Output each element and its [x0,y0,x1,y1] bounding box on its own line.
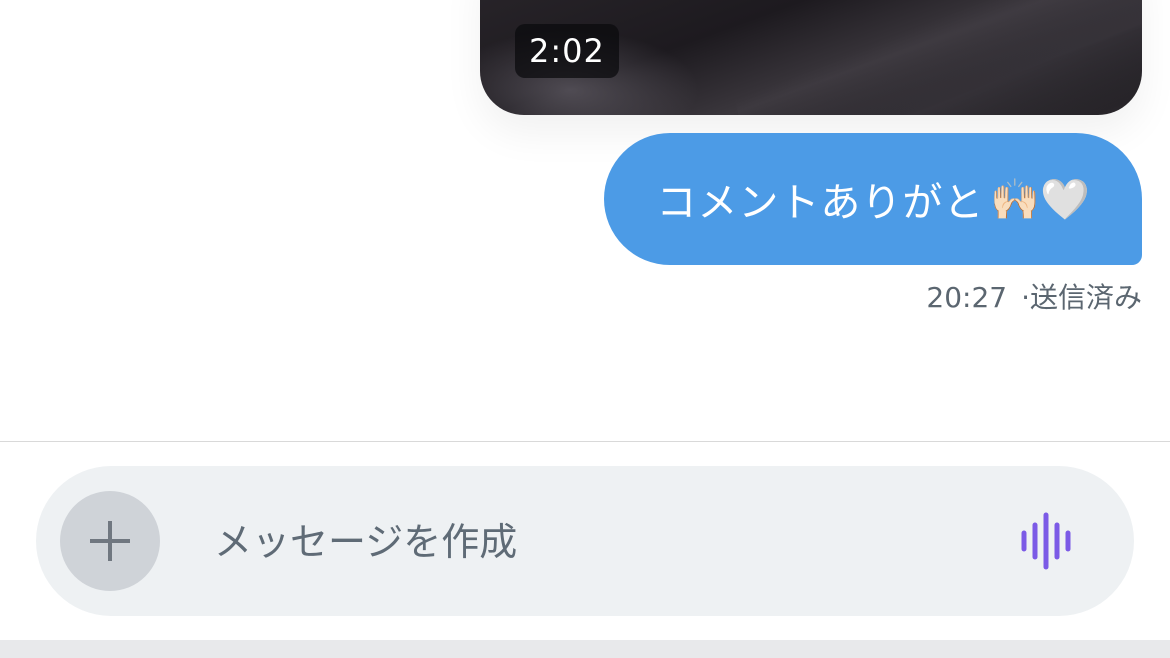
video-duration-badge: 2:02 [515,24,619,78]
plus-icon [90,521,130,561]
message-status: 送信済み [1029,281,1142,314]
bottom-safe-area [0,640,1170,658]
waveform-icon [1021,512,1071,570]
chat-area: 2:02 コメントありがと 🙌🏻🤍 20:27 ·送信済み [0,0,1170,442]
message-composer [36,466,1134,618]
composer-area [0,442,1170,640]
voice-message-button[interactable] [1016,511,1080,571]
add-attachment-button[interactable] [60,491,160,591]
message-time: 20:27 [926,281,1008,314]
message-bubble[interactable]: コメントありがと 🙌🏻🤍 [604,133,1142,265]
message-emoji: 🙌🏻🤍 [990,176,1090,223]
message-meta: 20:27 ·送信済み [926,276,1142,316]
meta-separator: · [1021,281,1030,314]
message-text: コメントありがと [656,180,985,226]
message-input[interactable] [212,466,996,618]
